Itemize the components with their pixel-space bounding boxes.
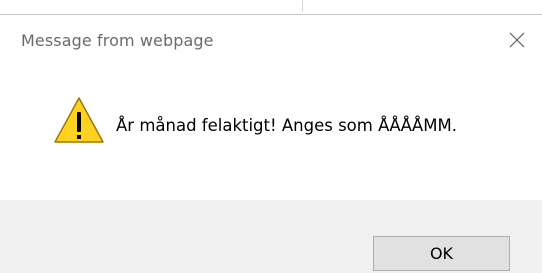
warning-icon xyxy=(54,97,104,143)
dialog-title: Message from webpage xyxy=(21,31,214,50)
dialog-body: År månad felaktigt! Anges som ÅÅÅÅMM. xyxy=(0,93,542,167)
dialog-footer: OK xyxy=(0,200,542,273)
dialog-message: År månad felaktigt! Anges som ÅÅÅÅMM. xyxy=(116,116,457,135)
close-icon xyxy=(509,32,525,48)
background-divider xyxy=(302,0,303,12)
ok-button[interactable]: OK xyxy=(373,236,510,271)
close-button[interactable] xyxy=(500,25,534,55)
message-dialog: Message from webpage År månad felaktigt!… xyxy=(0,15,542,273)
background-strip xyxy=(0,0,542,14)
